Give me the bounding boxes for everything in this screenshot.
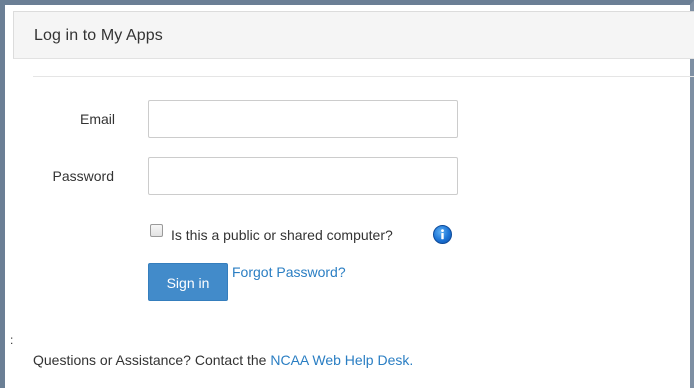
email-label: Email	[79, 111, 115, 127]
sign-in-button[interactable]: Sign in	[148, 263, 228, 301]
help-footer-text: Questions or Assistance? Contact the	[33, 352, 271, 368]
info-icon[interactable]	[433, 225, 452, 244]
panel-header: Log in to My Apps	[13, 11, 694, 59]
stray-mark: :	[10, 333, 14, 347]
help-desk-link[interactable]: NCAA Web Help Desk.	[270, 352, 413, 368]
public-computer-label: Is this a public or shared computer?	[171, 227, 393, 243]
password-field[interactable]	[148, 157, 458, 195]
email-field[interactable]	[148, 100, 458, 138]
help-footer: Questions or Assistance? Contact the NCA…	[33, 352, 413, 368]
public-computer-checkbox[interactable]	[150, 224, 163, 237]
header-divider	[33, 76, 694, 77]
forgot-password-link[interactable]: Forgot Password?	[232, 264, 346, 280]
password-label: Password	[52, 168, 114, 184]
page-title: Log in to My Apps	[34, 27, 163, 44]
